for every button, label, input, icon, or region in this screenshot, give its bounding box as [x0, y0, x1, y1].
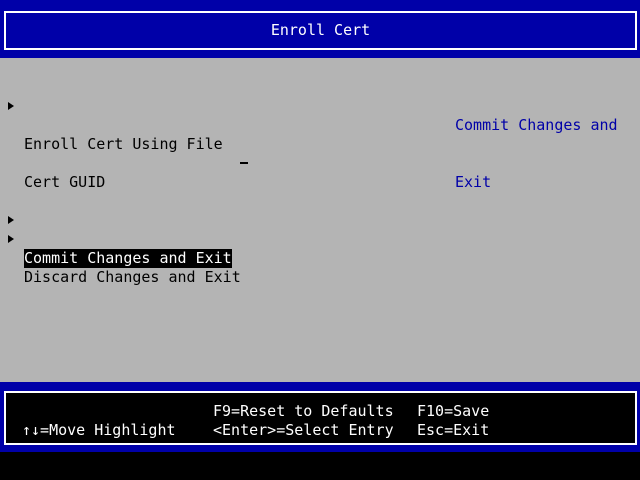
cert-guid-field[interactable]: Cert GUID	[0, 154, 440, 191]
menu-item-label: Enroll Cert Using File	[24, 135, 223, 153]
help-text-line: Commit Changes and	[455, 116, 618, 134]
submenu-arrow-icon	[8, 102, 14, 110]
menu-item-discard-changes-and-exit[interactable]: Discard Changes and Exit	[0, 230, 440, 286]
screen-bottom-margin	[0, 452, 640, 480]
footer-keys-frame: F9=Reset to Defaults F10=Save ↑↓=Move Hi…	[4, 391, 637, 445]
help-panel: Commit Changes and Exit	[455, 78, 618, 230]
footer-bar: F9=Reset to Defaults F10=Save ↑↓=Move Hi…	[0, 382, 640, 452]
help-text-line: Exit	[455, 173, 492, 191]
menu-item-enroll-cert-using-file[interactable]: Enroll Cert Using File	[0, 97, 440, 153]
reset-defaults-hint: F9=Reset to Defaults	[213, 402, 394, 420]
exit-hint: Esc=Exit	[417, 421, 490, 439]
main-panel: Enroll Cert Using File Cert GUID Commit …	[0, 58, 640, 382]
menu-item-label: Commit Changes and Exit	[24, 249, 232, 268]
title-frame: Enroll Cert	[4, 11, 637, 50]
submenu-arrow-icon	[8, 235, 14, 243]
cert-guid-label: Cert GUID	[24, 173, 106, 191]
move-highlight-hint: ↑↓=Move Highlight	[22, 421, 176, 439]
text-cursor	[240, 162, 248, 164]
menu-item-commit-changes-and-exit[interactable]: Commit Changes and Exit	[0, 211, 440, 268]
save-hint: F10=Save	[417, 402, 490, 420]
submenu-arrow-icon	[8, 216, 14, 224]
menu-item-label: Discard Changes and Exit	[24, 268, 241, 286]
header-bar: Enroll Cert	[0, 0, 640, 58]
select-entry-hint: <Enter>=Select Entry	[213, 421, 394, 439]
page-title: Enroll Cert	[270, 21, 371, 39]
